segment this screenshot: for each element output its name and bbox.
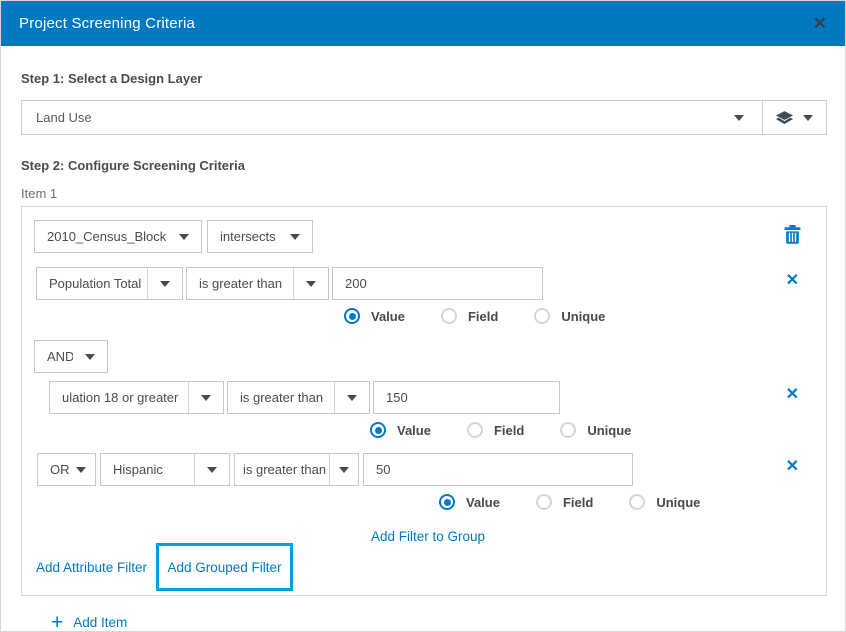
layers-icon bbox=[776, 111, 793, 125]
remove-filter-2-button[interactable]: ✕ bbox=[786, 387, 799, 403]
filter-3-field-dropdown[interactable]: Hispanic bbox=[100, 453, 230, 486]
add-item-label: Add Item bbox=[73, 615, 127, 630]
filter-3-operator-value: is greater than bbox=[235, 462, 329, 477]
step1-label: Step 1: Select a Design Layer bbox=[21, 71, 825, 86]
filter-1-operator-dropdown[interactable]: is greater than bbox=[186, 267, 329, 300]
spatial-operator-dropdown[interactable]: intersects bbox=[207, 220, 313, 253]
design-layer-caret-cell[interactable] bbox=[716, 101, 762, 134]
filter-1-value-input[interactable] bbox=[332, 267, 543, 300]
filter-2-operator-value: is greater than bbox=[228, 390, 334, 405]
chevron-down-icon bbox=[334, 382, 369, 413]
group-operator-value: AND bbox=[35, 349, 73, 364]
radio-unique[interactable] bbox=[629, 494, 645, 510]
chevron-down-icon bbox=[194, 454, 229, 485]
filter-1-value-type-radios: Value Field Unique bbox=[344, 308, 605, 324]
radio-value-selected[interactable] bbox=[344, 308, 360, 324]
filter-2-operator-dropdown[interactable]: is greater than bbox=[227, 381, 370, 414]
chevron-down-icon bbox=[278, 221, 312, 252]
filter-2-value-input[interactable] bbox=[373, 381, 560, 414]
layer-options-button[interactable] bbox=[762, 101, 826, 134]
radio-field[interactable] bbox=[441, 308, 457, 324]
filter-row-1: Population Total is greater than bbox=[36, 267, 543, 300]
radio-label-field: Field bbox=[468, 309, 498, 324]
radio-unique[interactable] bbox=[534, 308, 550, 324]
filter-row-2: ulation 18 or greater is greater than bbox=[49, 381, 560, 414]
row-operator-dropdown[interactable]: OR bbox=[37, 453, 96, 486]
filter-3-value-type-radios: Value Field Unique bbox=[439, 494, 700, 510]
remove-filter-1-button[interactable]: ✕ bbox=[786, 273, 799, 289]
item-layer-row: 2010_Census_Blocks intersects bbox=[34, 220, 313, 253]
close-icon[interactable]: ✕ bbox=[813, 15, 827, 32]
design-layer-select[interactable]: Land Use bbox=[21, 100, 827, 135]
item-1-label: Item 1 bbox=[21, 186, 825, 201]
dialog-header: Project Screening Criteria ✕ bbox=[1, 1, 845, 46]
item-layer-dropdown-value: 2010_Census_Blocks bbox=[35, 229, 167, 244]
radio-label-value: Value bbox=[371, 309, 405, 324]
chevron-down-icon bbox=[293, 268, 328, 299]
project-screening-criteria-dialog: Project Screening Criteria ✕ Step 1: Sel… bbox=[0, 0, 846, 632]
filter-3-operator-dropdown[interactable]: is greater than bbox=[234, 453, 359, 486]
add-grouped-filter-link[interactable]: Add Grouped Filter bbox=[167, 560, 281, 575]
radio-label-unique: Unique bbox=[656, 495, 700, 510]
chevron-down-icon bbox=[73, 341, 107, 372]
chevron-down-icon bbox=[329, 454, 358, 485]
design-layer-value: Land Use bbox=[22, 101, 716, 134]
chevron-down-icon bbox=[167, 221, 201, 252]
radio-label-value: Value bbox=[397, 423, 431, 438]
filter-1-operator-value: is greater than bbox=[187, 276, 293, 291]
radio-label-unique: Unique bbox=[587, 423, 631, 438]
spatial-operator-value: intersects bbox=[208, 229, 278, 244]
dialog-title: Project Screening Criteria bbox=[19, 15, 195, 32]
group-operator-dropdown[interactable]: AND bbox=[34, 340, 108, 373]
chevron-down-icon bbox=[803, 115, 813, 121]
add-filter-to-group-link[interactable]: Add Filter to Group bbox=[371, 529, 485, 544]
filter-3-value-input[interactable] bbox=[363, 453, 633, 486]
remove-filter-3-button[interactable]: ✕ bbox=[786, 459, 799, 475]
radio-field[interactable] bbox=[467, 422, 483, 438]
add-attribute-filter-link[interactable]: Add Attribute Filter bbox=[36, 560, 147, 575]
chevron-down-icon bbox=[188, 382, 223, 413]
radio-label-field: Field bbox=[494, 423, 524, 438]
add-item-button[interactable]: + Add Item bbox=[51, 612, 825, 632]
filter-1-field-value: Population Total bbox=[37, 276, 147, 291]
filter-2-field-value: ulation 18 or greater bbox=[50, 390, 188, 405]
radio-label-value: Value bbox=[466, 495, 500, 510]
filter-3-field-value: Hispanic bbox=[101, 462, 194, 477]
item-1-container: 2010_Census_Blocks intersects bbox=[21, 206, 827, 596]
chevron-down-icon bbox=[76, 454, 95, 485]
radio-label-field: Field bbox=[563, 495, 593, 510]
item-layer-dropdown[interactable]: 2010_Census_Blocks bbox=[34, 220, 202, 253]
row-operator-value: OR bbox=[38, 462, 76, 477]
plus-icon: + bbox=[51, 612, 63, 632]
filter-2-value-type-radios: Value Field Unique bbox=[370, 422, 631, 438]
step2-label: Step 2: Configure Screening Criteria bbox=[21, 158, 825, 173]
radio-field[interactable] bbox=[536, 494, 552, 510]
filter-row-3: OR Hispanic is greater than bbox=[37, 453, 633, 486]
dialog-content: Step 1: Select a Design Layer Land Use S… bbox=[1, 46, 845, 632]
trash-icon bbox=[784, 225, 801, 244]
chevron-down-icon bbox=[147, 268, 182, 299]
radio-value-selected[interactable] bbox=[439, 494, 455, 510]
chevron-down-icon bbox=[734, 115, 744, 121]
radio-value-selected[interactable] bbox=[370, 422, 386, 438]
tutorial-highlight-box: Add Grouped Filter bbox=[156, 543, 293, 591]
delete-item-button[interactable] bbox=[784, 225, 801, 249]
filter-2-field-dropdown[interactable]: ulation 18 or greater bbox=[49, 381, 224, 414]
radio-label-unique: Unique bbox=[561, 309, 605, 324]
radio-unique[interactable] bbox=[560, 422, 576, 438]
filter-1-field-dropdown[interactable]: Population Total bbox=[36, 267, 183, 300]
